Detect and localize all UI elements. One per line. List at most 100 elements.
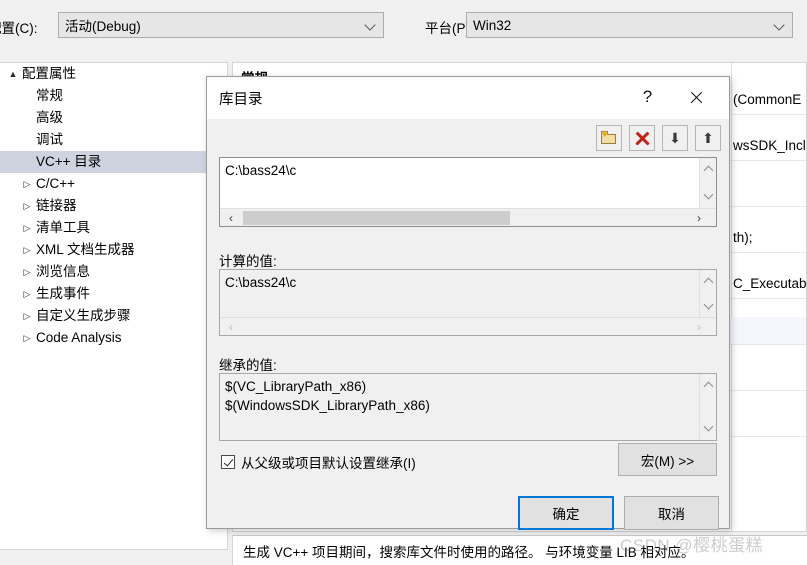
sidebar-item[interactable]: ▷ Code Analysis [0, 327, 227, 349]
sidebar-item[interactable]: ▷ 生成事件 [0, 283, 227, 305]
inherited-values-text: $(VC_LibraryPath_x86) $(WindowsSDK_Libra… [225, 379, 430, 413]
editor-vertical-scrollbar[interactable] [699, 158, 716, 208]
sidebar-item-label: 调试 [36, 132, 63, 147]
chevron-down-icon [365, 19, 377, 31]
sidebar-item[interactable]: 常规 [0, 85, 227, 107]
editor-horizontal-scrollbar[interactable]: ‹ › [220, 208, 716, 226]
ok-button[interactable]: 确定 [518, 496, 614, 530]
sidebar-item-label: 常规 [36, 88, 63, 103]
scroll-left-button[interactable]: ‹ [222, 209, 240, 226]
inherited-vertical-scrollbar[interactable] [699, 374, 716, 440]
delete-button[interactable] [629, 125, 655, 151]
sidebar-item[interactable]: ▷ 清单工具 [0, 217, 227, 239]
chevron-down-icon [704, 301, 712, 309]
inherited-values-box: $(VC_LibraryPath_x86) $(WindowsSDK_Libra… [219, 373, 717, 441]
horizontal-scroll-thumb[interactable] [243, 211, 510, 225]
chevron-down-icon [704, 423, 712, 431]
platform-dropdown[interactable]: Win32 [466, 12, 793, 38]
expander-collapsed-icon[interactable]: ▷ [20, 283, 34, 305]
sidebar-item-label: VC++ 目录 [36, 154, 102, 169]
description-text: 生成 VC++ 项目期间，搜索库文件时使用的路径。 与环境变量 LIB 相对应。 [243, 545, 695, 560]
sidebar-item[interactable]: ▷ 自定义生成步骤 [0, 305, 227, 327]
sidebar-item[interactable]: VC++ 目录 [0, 151, 227, 173]
star-icon: ✦ [600, 128, 610, 141]
sidebar-item-label: 浏览信息 [36, 264, 90, 279]
expander-collapsed-icon[interactable]: ▷ [20, 195, 34, 217]
dialog-toolbar: ✦ ⬇ ⬆ [207, 119, 729, 155]
configuration-label: 配置(C): [0, 21, 38, 36]
question-mark-icon: ? [642, 87, 653, 106]
evaluated-value-text: C:\bass24\c [225, 275, 297, 290]
scroll-up-button[interactable] [700, 160, 716, 177]
sidebar-item[interactable]: ▷ 浏览信息 [0, 261, 227, 283]
arrow-down-icon: ⬇ [669, 130, 681, 146]
expander-collapsed-icon[interactable]: ▷ [20, 261, 34, 283]
sidebar-item[interactable]: ▷ 链接器 [0, 195, 227, 217]
sidebar-item[interactable]: 高级 [0, 107, 227, 129]
evaluated-value-box: C:\bass24\c ‹ › [219, 269, 717, 336]
evaluated-value-label: 计算的值: [219, 254, 277, 269]
macros-button[interactable]: 宏(M) >> [618, 443, 717, 476]
expander-collapsed-icon[interactable]: ▷ [20, 173, 34, 195]
property-grid-value: C_Executab [733, 276, 807, 291]
scroll-up-button[interactable] [700, 272, 716, 289]
inherit-checkbox-row[interactable]: 从父级或项目默认设置继承(I) [221, 452, 416, 472]
expander-expanded-icon[interactable]: ▲ [6, 63, 20, 85]
sidebar-item[interactable]: 调试 [0, 129, 227, 151]
move-up-button[interactable]: ⬆ [695, 125, 721, 151]
expander-collapsed-icon[interactable]: ▷ [20, 327, 34, 349]
sidebar-item[interactable]: ▷ C/C++ [0, 173, 227, 195]
chevron-down-icon [704, 191, 712, 199]
dialog-title: 库目录 [219, 92, 263, 108]
property-grid-value: th); [733, 230, 753, 245]
directories-editor[interactable]: C:\bass24\c ‹ › [219, 157, 717, 227]
close-button[interactable] [673, 77, 718, 117]
library-directories-dialog: 库目录 ? ✦ ⬇ ⬆ C:\bass24\c ‹ › 计算的值: C:\bas… [206, 76, 730, 530]
property-grid-value: wsSDK_Inclu [733, 138, 807, 153]
scroll-down-button[interactable] [700, 186, 716, 203]
sidebar-item-label: 生成事件 [36, 286, 90, 301]
sidebar-item-label: 配置属性 [22, 66, 76, 81]
expander-collapsed-icon[interactable]: ▷ [20, 217, 34, 239]
expander-collapsed-icon[interactable]: ▷ [20, 239, 34, 261]
scroll-right-button[interactable]: › [690, 318, 708, 335]
chevron-down-icon [774, 19, 786, 31]
inherit-checkbox[interactable] [221, 455, 235, 469]
evaluated-vertical-scrollbar[interactable] [699, 270, 716, 318]
sidebar-item-label: 高级 [36, 110, 63, 125]
directories-editor-value: C:\bass24\c [225, 163, 297, 178]
inherited-values-label: 继承的值: [219, 358, 277, 373]
scroll-down-button[interactable] [700, 418, 716, 435]
move-down-button[interactable]: ⬇ [662, 125, 688, 151]
arrow-up-icon: ⬆ [702, 130, 714, 146]
sidebar-item-label: 自定义生成步骤 [36, 308, 131, 323]
sidebar-item-label: 链接器 [36, 198, 77, 213]
description-pane: 生成 VC++ 项目期间，搜索库文件时使用的路径。 与环境变量 LIB 相对应。 [232, 535, 807, 565]
close-icon [689, 90, 703, 104]
delete-x-icon [635, 131, 650, 146]
chevron-up-icon [704, 381, 712, 389]
sidebar-item-label: Code Analysis [36, 330, 122, 345]
inherit-checkbox-label: 从父级或项目默认设置继承(I) [241, 456, 416, 471]
sidebar-item[interactable]: ▷ XML 文档生成器 [0, 239, 227, 261]
sidebar-item-label: XML 文档生成器 [36, 242, 135, 257]
evaluated-horizontal-scrollbar[interactable]: ‹ › [220, 317, 716, 335]
new-line-button[interactable]: ✦ [596, 125, 622, 151]
new-folder-icon: ✦ [600, 128, 618, 146]
scroll-down-button[interactable] [700, 296, 716, 313]
chevron-up-icon [704, 277, 712, 285]
cancel-button[interactable]: 取消 [624, 496, 719, 530]
scroll-right-button[interactable]: › [690, 209, 708, 226]
configuration-dropdown[interactable]: 活动(Debug) [58, 12, 384, 38]
scroll-left-button[interactable]: ‹ [222, 318, 240, 335]
sidebar-item-label: 清单工具 [36, 220, 90, 235]
configuration-value: 活动(Debug) [65, 19, 141, 34]
configuration-bar: 配置(C): 活动(Debug) 平台(P): Win32 [0, 8, 807, 54]
sidebar-item[interactable]: ▲ 配置属性 [0, 63, 227, 85]
scroll-up-button[interactable] [700, 376, 716, 393]
configuration-tree[interactable]: ▲ 配置属性 常规 高级 调试 VC++ 目录 ▷ C/C++ ▷ 链接器 ▷ 清单工具 ▷ XML 文档… [0, 62, 228, 550]
help-button[interactable]: ? [625, 77, 670, 117]
platform-value: Win32 [473, 17, 512, 33]
expander-collapsed-icon[interactable]: ▷ [20, 305, 34, 327]
sidebar-item-label: C/C++ [36, 176, 76, 191]
